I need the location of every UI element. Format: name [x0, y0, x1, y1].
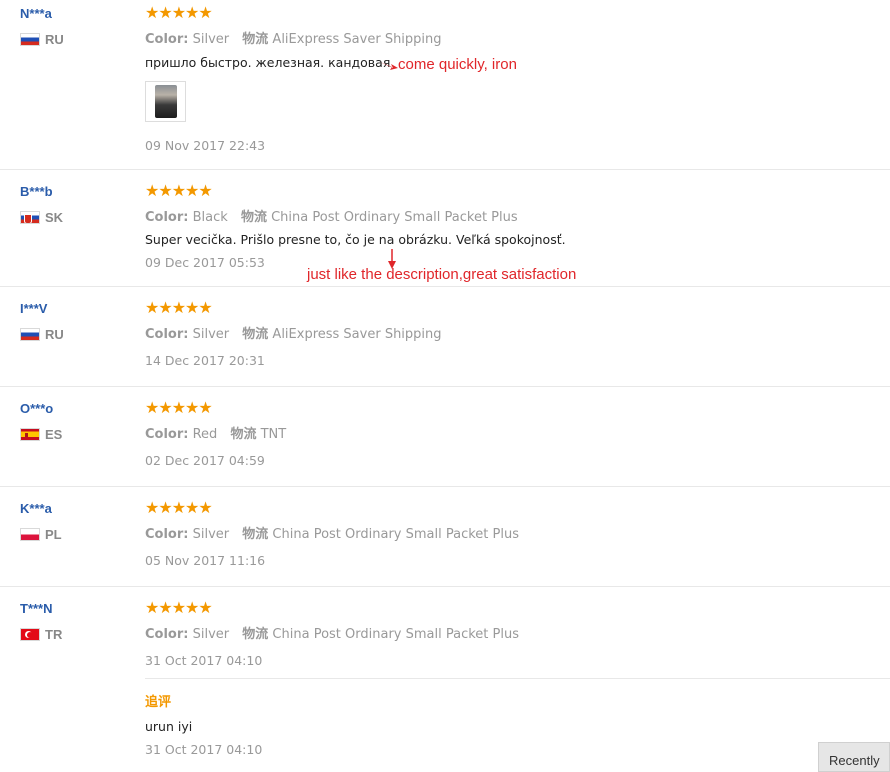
reviewer-country: RU [20, 327, 64, 342]
country-code: SK [45, 210, 64, 225]
country-code: TR [45, 627, 63, 642]
reviewer-country: ES [20, 427, 62, 442]
color-value: Silver [192, 32, 230, 47]
color-label: Color: [145, 32, 189, 47]
shipping-value: China Post Ordinary Small Packet Plus [272, 527, 519, 542]
reviewer-country: RU [20, 32, 64, 47]
color-label: Color: [145, 327, 189, 342]
star-rating: ★★★★★ [145, 598, 213, 617]
shipping-label: 物流 [242, 627, 269, 642]
review-date: 09 Dec 2017 05:53 [145, 255, 265, 270]
shipping-value: AliExpress Saver Shipping [272, 32, 442, 47]
review-date: 31 Oct 2017 04:10 [145, 653, 263, 668]
review-text: Super vecička. Prišlo presne to, čo je n… [145, 232, 566, 247]
sku-info: Color: Silver 物流 China Post Ordinary Sma… [145, 523, 519, 542]
annotation-translation-2: just like the description,great satisfac… [307, 266, 577, 283]
shipping-label: 物流 [240, 210, 267, 225]
reviewer-name[interactable]: T***N [20, 601, 53, 616]
review-item: N***a RU ★★★★★ Color: Silver 物流 AliExpre… [0, 0, 890, 170]
followup-text: urun iyi [145, 719, 193, 734]
annotation-arrow-icon [380, 62, 398, 70]
shipping-label: 物流 [242, 327, 269, 342]
color-label: Color: [145, 627, 189, 642]
reviewer-country: PL [20, 527, 62, 542]
color-label: Color: [145, 210, 189, 225]
review-item: K***a PL ★★★★★ Color: Silver 物流 China Po… [0, 486, 890, 587]
color-value: Silver [192, 327, 230, 342]
shipping-value: TNT [260, 427, 287, 442]
sku-info: Color: Silver 物流 China Post Ordinary Sma… [145, 623, 519, 642]
reviewer-name[interactable]: K***a [20, 501, 52, 516]
shipping-value: China Post Ordinary Small Packet Plus [272, 627, 519, 642]
reviewer-name[interactable]: B***b [20, 184, 53, 199]
review-item: O***o ES ★★★★★ Color: Red 物流 TNT 02 Dec … [0, 386, 890, 487]
shipping-label: 物流 [242, 32, 269, 47]
color-value: Black [192, 210, 228, 225]
review-date: 09 Nov 2017 22:43 [145, 138, 266, 153]
flag-pl-icon [20, 528, 40, 541]
shipping-value: AliExpress Saver Shipping [272, 327, 442, 342]
color-value: Silver [192, 627, 230, 642]
shipping-label: 物流 [242, 527, 269, 542]
review-item: T***N TR ★★★★★ Color: Silver 物流 China Po… [0, 586, 890, 763]
sku-info: Color: Silver 物流 AliExpress Saver Shippi… [145, 323, 442, 342]
review-date: 05 Nov 2017 11:16 [145, 553, 266, 568]
flag-ru-icon [20, 33, 40, 46]
color-value: Silver [192, 527, 230, 542]
recently-viewed-tab[interactable]: Recently [818, 742, 890, 772]
review-date: 02 Dec 2017 04:59 [145, 453, 265, 468]
color-label: Color: [145, 527, 189, 542]
country-code: RU [45, 327, 64, 342]
country-code: RU [45, 32, 64, 47]
color-label: Color: [145, 427, 189, 442]
flag-es-icon [20, 428, 40, 441]
review-item: I***V RU ★★★★★ Color: Silver 物流 AliExpre… [0, 286, 890, 387]
star-rating: ★★★★★ [145, 181, 213, 200]
reviewer-country: SK [20, 210, 63, 225]
followup-label: 追评 [145, 695, 172, 710]
review-date: 14 Dec 2017 20:31 [145, 353, 265, 368]
sku-info: Color: Silver 物流 AliExpress Saver Shippi… [145, 28, 442, 47]
followup-divider [145, 678, 890, 679]
shipping-label: 物流 [230, 427, 257, 442]
star-rating: ★★★★★ [145, 398, 213, 417]
sku-info: Color: Black 物流 China Post Ordinary Smal… [145, 206, 518, 225]
flag-ru-icon [20, 328, 40, 341]
annotation-translation-1: come quickly, iron [398, 56, 517, 73]
star-rating: ★★★★★ [145, 3, 213, 22]
followup-date: 31 Oct 2017 04:10 [145, 742, 263, 757]
star-rating: ★★★★★ [145, 498, 213, 517]
flag-sk-icon [20, 211, 40, 224]
sku-info: Color: Red 物流 TNT [145, 423, 286, 442]
review-photo-thumbnail[interactable] [145, 81, 186, 122]
reviewer-name[interactable]: N***a [20, 6, 52, 21]
reviewer-name[interactable]: O***o [20, 401, 53, 416]
shipping-value: China Post Ordinary Small Packet Plus [271, 210, 518, 225]
review-text: пришло быстро. железная. кандовая [145, 55, 391, 70]
flag-tr-icon [20, 628, 40, 641]
star-rating: ★★★★★ [145, 298, 213, 317]
color-value: Red [192, 427, 218, 442]
country-code: ES [45, 427, 63, 442]
reviewer-name[interactable]: I***V [20, 301, 47, 316]
country-code: PL [45, 527, 62, 542]
reviewer-country: TR [20, 627, 62, 642]
